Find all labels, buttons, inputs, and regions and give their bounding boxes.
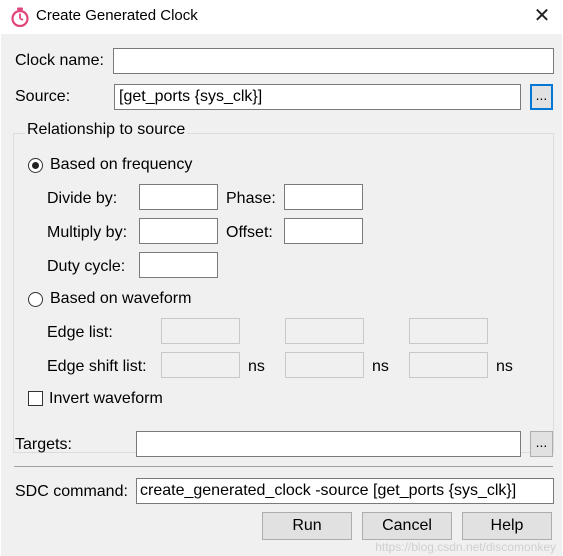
divide-by-input[interactable] [139,184,218,210]
source-label: Source: [15,88,71,105]
edge-shift-unit-1: ns [248,358,265,375]
edge-shift-label: Edge shift list: [47,358,147,375]
close-button[interactable]: ✕ [527,2,557,30]
targets-label: Targets: [15,436,72,453]
edge-shift-input-2 [285,352,364,378]
phase-label: Phase: [226,190,276,207]
multiply-by-input[interactable] [139,218,218,244]
title-bar: Create Generated Clock ✕ [0,0,563,34]
targets-input[interactable] [136,431,521,457]
source-input[interactable]: [get_ports {sys_clk}] [114,84,521,110]
edge-shift-unit-3: ns [496,358,513,375]
invert-waveform-label[interactable]: Invert waveform [49,390,163,408]
clock-name-input[interactable] [113,48,554,74]
targets-browse-button[interactable]: ... [530,431,553,457]
edge-list-input-2 [285,318,364,344]
sdc-command-field[interactable]: create_generated_clock -source [get_port… [136,478,554,504]
sdc-command-label: SDC command: [15,483,128,500]
waveform-radio-label[interactable]: Based on waveform [50,290,191,308]
window-title: Create Generated Clock [36,7,198,24]
edge-list-input-1 [161,318,240,344]
watermark: https://blog.csdn.net/discomonkey [375,540,556,554]
stopwatch-icon [11,7,29,27]
run-button[interactable]: Run [262,512,352,540]
waveform-radio[interactable] [28,292,43,307]
clock-name-label: Clock name: [15,52,104,69]
phase-input[interactable] [284,184,363,210]
divide-by-label: Divide by: [47,190,118,207]
duty-cycle-label: Duty cycle: [47,258,126,275]
frequency-radio[interactable] [28,158,43,173]
frequency-radio-label[interactable]: Based on frequency [50,156,192,174]
edge-shift-input-1 [161,352,240,378]
duty-cycle-input[interactable] [139,252,218,278]
help-button[interactable]: Help [462,512,552,540]
offset-label: Offset: [226,224,273,241]
source-browse-button[interactable]: ... [530,84,553,110]
separator [14,466,553,467]
dialog-body: Clock name: Source: [get_ports {sys_clk}… [1,34,562,556]
edge-shift-input-3 [409,352,488,378]
multiply-by-label: Multiply by: [47,224,128,241]
cancel-button[interactable]: Cancel [362,512,452,540]
relationship-group-title: Relationship to source [25,121,188,139]
edge-list-input-3 [409,318,488,344]
invert-waveform-checkbox[interactable] [28,391,43,406]
offset-input[interactable] [284,218,363,244]
edge-shift-unit-2: ns [372,358,389,375]
edge-list-label: Edge list: [47,324,113,341]
